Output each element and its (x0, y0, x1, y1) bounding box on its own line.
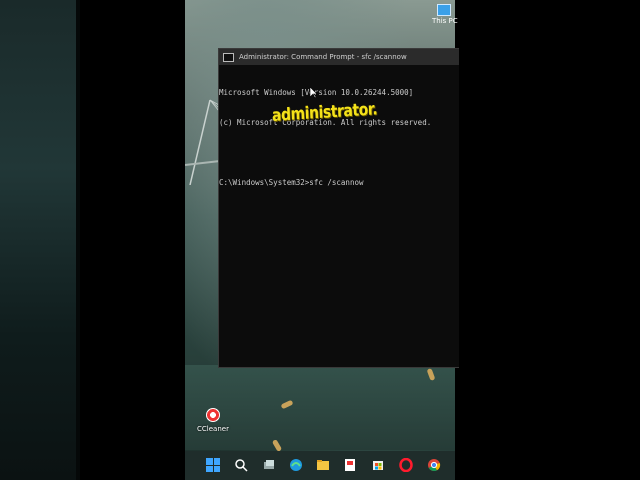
search-icon[interactable] (232, 456, 250, 474)
mouse-cursor-icon (310, 87, 318, 99)
desktop-icon-this-pc[interactable]: This PC (432, 4, 458, 25)
desktop-icon-label: CCleaner (197, 425, 229, 433)
start-icon[interactable] (204, 456, 222, 474)
console-icon (223, 52, 234, 62)
letterbox-left (80, 0, 185, 480)
computer-icon (437, 4, 451, 16)
desktop-icon-ccleaner[interactable]: CCleaner (193, 408, 233, 433)
blurred-background-left (0, 0, 80, 480)
window-title: Administrator: Command Prompt - sfc /sca… (239, 53, 407, 61)
console-line: C:\Windows\System32>sfc /scannow (219, 178, 364, 187)
file-explorer-icon[interactable] (314, 456, 332, 474)
window-titlebar[interactable]: Administrator: Command Prompt - sfc /sca… (219, 49, 459, 65)
console-output[interactable]: Microsoft Windows [Version 10.0.26244.50… (219, 65, 459, 208)
app-icon[interactable] (341, 456, 359, 474)
ccleaner-icon (206, 408, 220, 422)
store-icon[interactable] (369, 456, 387, 474)
task-view-icon[interactable] (260, 456, 278, 474)
letterbox-right (455, 0, 640, 480)
console-line: Microsoft Windows [Version 10.0.26244.50… (219, 88, 414, 97)
opera-icon[interactable] (397, 456, 415, 474)
command-prompt-window[interactable]: Administrator: Command Prompt - sfc /sca… (218, 48, 459, 368)
desktop-icon-label: This PC (432, 17, 458, 25)
chrome-icon[interactable] (425, 456, 443, 474)
edge-icon[interactable] (287, 456, 305, 474)
